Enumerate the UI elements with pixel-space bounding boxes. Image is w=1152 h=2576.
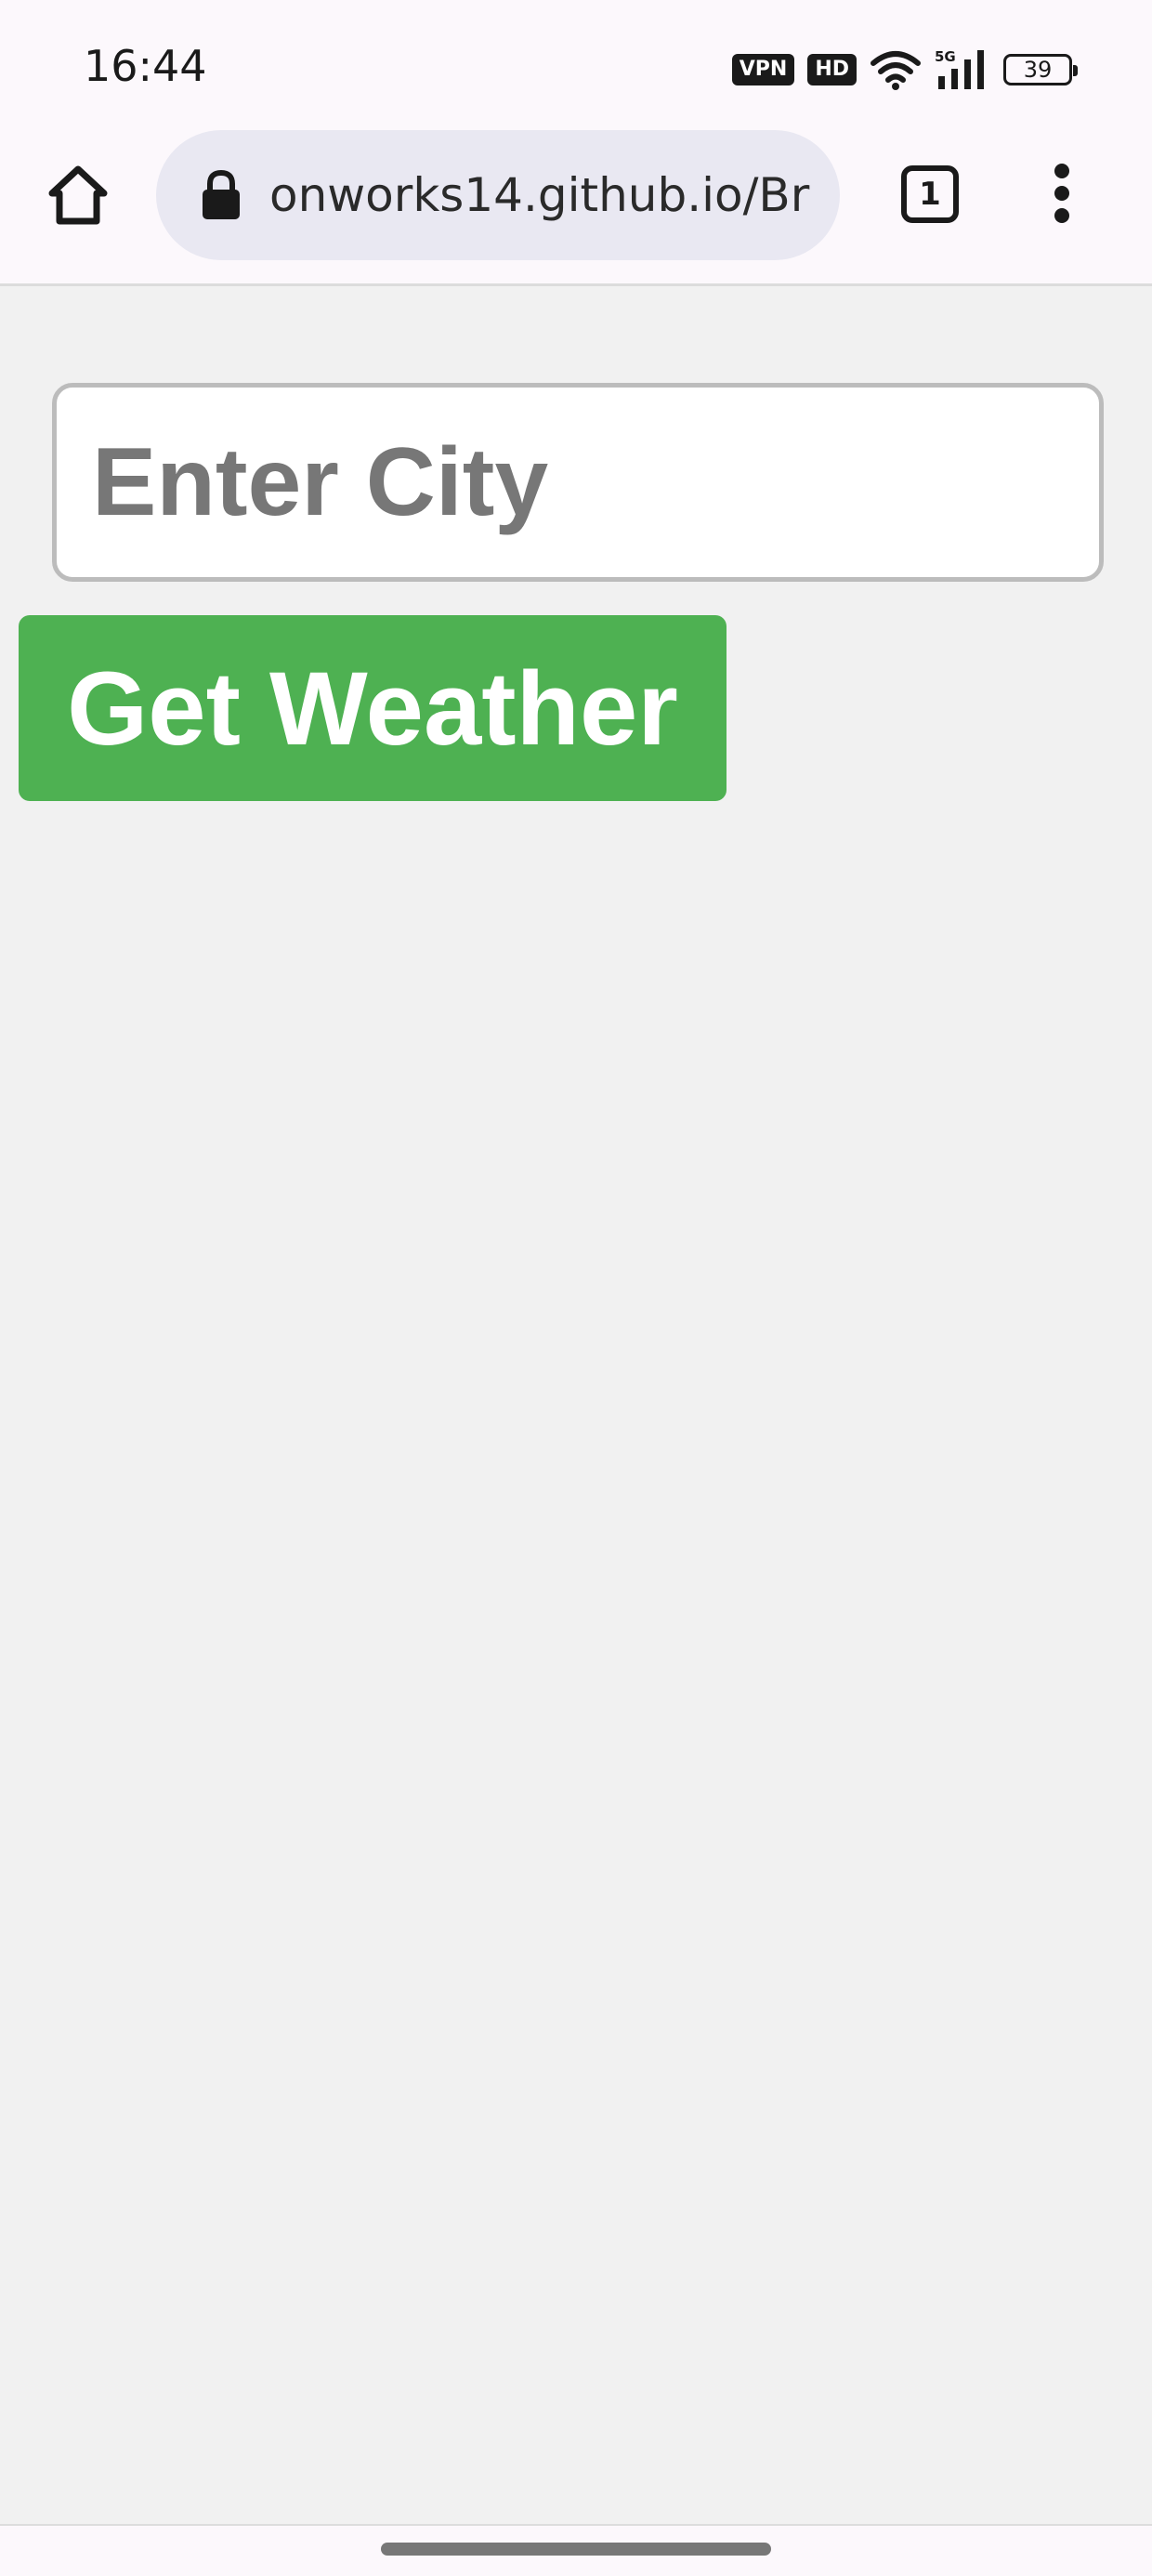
tab-count: 1 bbox=[919, 176, 941, 213]
url-text: onworks14.github.io/Br bbox=[269, 168, 810, 222]
status-icons: VPN HD 5G 39 bbox=[731, 48, 1078, 91]
vpn-badge: VPN bbox=[731, 54, 795, 85]
wifi-icon bbox=[871, 51, 921, 90]
status-bar: 16:44 VPN HD 5G 39 bbox=[0, 0, 1152, 130]
lock-icon bbox=[203, 169, 240, 219]
city-input[interactable] bbox=[52, 383, 1104, 582]
tabs-button[interactable]: 1 bbox=[901, 165, 959, 223]
battery-level: 39 bbox=[1023, 57, 1053, 83]
more-vert-icon[interactable] bbox=[1046, 164, 1078, 223]
gesture-nav-bar bbox=[0, 2524, 1152, 2576]
hd-badge: HD bbox=[807, 54, 857, 85]
cell-signal-icon: 5G bbox=[935, 48, 984, 89]
home-icon[interactable] bbox=[45, 162, 111, 229]
browser-toolbar: onworks14.github.io/Br 1 bbox=[0, 130, 1152, 286]
address-bar[interactable]: onworks14.github.io/Br bbox=[156, 130, 840, 260]
battery-icon: 39 bbox=[1003, 54, 1078, 85]
gesture-handle[interactable] bbox=[381, 2543, 771, 2556]
status-time: 16:44 bbox=[84, 41, 207, 91]
network-type: 5G bbox=[935, 48, 956, 65]
get-weather-button[interactable]: Get Weather bbox=[19, 615, 727, 801]
